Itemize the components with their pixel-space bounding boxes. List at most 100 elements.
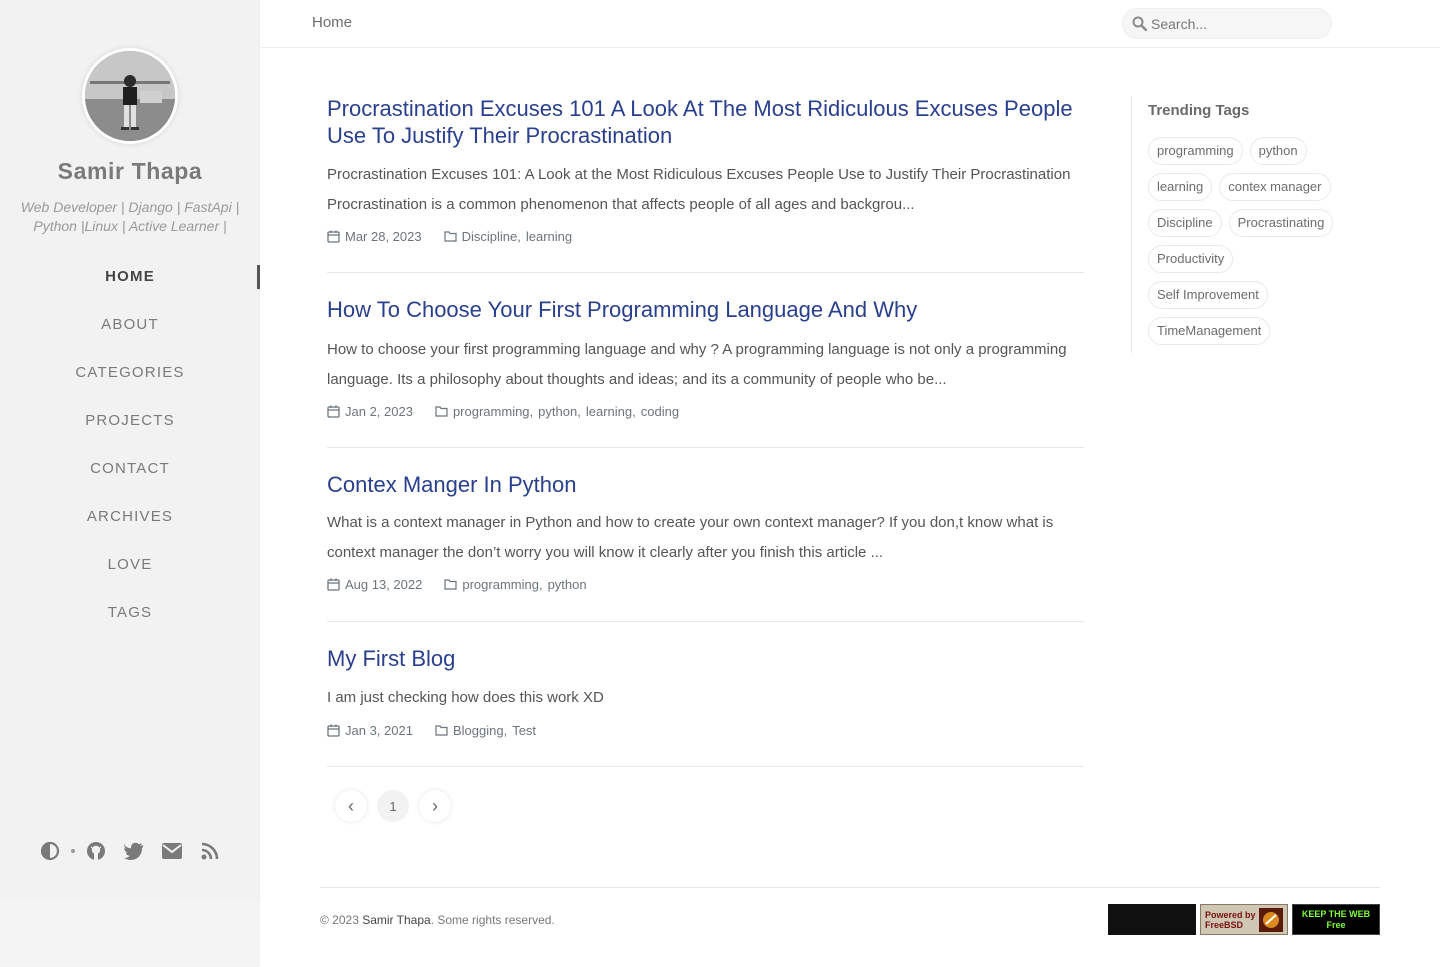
breadcrumb: Home: [312, 14, 353, 31]
twitter-icon[interactable]: [123, 840, 145, 862]
category-link[interactable]: programming: [453, 404, 530, 419]
post-meta: Aug 13, 2022 programming, python: [327, 577, 1084, 592]
category-link[interactable]: learning: [586, 404, 632, 419]
post-excerpt: Procrastination Excuses 101: A Look at t…: [327, 166, 1071, 213]
category-link[interactable]: learning: [526, 229, 572, 244]
separator-dot: [71, 849, 75, 853]
post-meta: Jan 2, 2023 programming, python, learnin…: [327, 404, 1084, 419]
post-excerpt: How to choose your first programming lan…: [327, 341, 1067, 388]
sidebar: Samir Thapa Web Developer | Django | Fas…: [0, 0, 260, 900]
rights-text: . Some rights reserved.: [430, 913, 555, 927]
sidebar-nav: HOME ABOUT CATEGORIES PROJECTS CONTACT A…: [0, 253, 260, 637]
post-item: How To Choose Your First Programming Lan…: [327, 273, 1084, 448]
tag-discipline[interactable]: Discipline: [1148, 209, 1222, 237]
category-link[interactable]: python: [548, 577, 587, 592]
search-input[interactable]: [1151, 13, 1321, 35]
post-list: Procrastination Excuses 101 A Look At Th…: [327, 90, 1084, 767]
post-item: My First Blog I am just checking how doe…: [327, 622, 1084, 767]
page-number-button[interactable]: 1: [377, 790, 409, 822]
nav-item-love[interactable]: LOVE: [0, 541, 260, 589]
tag-programming[interactable]: programming: [1148, 137, 1243, 165]
nav-item-tags[interactable]: TAGS: [0, 589, 260, 637]
calendar-icon: [327, 578, 340, 591]
calendar-icon: [327, 405, 340, 418]
trending-tags-panel: Trending Tags programming python learnin…: [1131, 96, 1341, 353]
trending-tags-title: Trending Tags: [1148, 102, 1250, 119]
freebsd-badge[interactable]: Powered by FreeBSD: [1200, 904, 1288, 935]
copyright: © 2023 Samir Thapa. Some rights reserved…: [320, 913, 555, 927]
tag-python[interactable]: python: [1249, 137, 1307, 165]
footer-badges: Powered by FreeBSD KEEP THE WEB Free: [1104, 904, 1380, 935]
tag-procrastinating[interactable]: Procrastinating: [1228, 209, 1334, 237]
avatar[interactable]: [82, 48, 178, 144]
keep-web-free-badge[interactable]: KEEP THE WEB Free: [1292, 904, 1380, 935]
next-page-button[interactable]: ›: [419, 790, 451, 822]
post-item: Procrastination Excuses 101 A Look At Th…: [327, 90, 1084, 273]
tag-self-improvement[interactable]: Self Improvement: [1148, 281, 1268, 309]
email-icon[interactable]: [161, 840, 183, 862]
post-title[interactable]: How To Choose Your First Programming Lan…: [327, 273, 1084, 323]
post-title[interactable]: My First Blog: [327, 622, 1084, 672]
freebsd-daemon-icon: [1259, 907, 1283, 932]
post-excerpt: I am just checking how does this work XD: [327, 689, 604, 706]
tag-timemanagement[interactable]: TimeManagement: [1148, 317, 1271, 345]
github-icon[interactable]: [85, 840, 107, 862]
folder-icon: [435, 724, 448, 736]
nav-item-categories[interactable]: CATEGORIES: [0, 349, 260, 397]
search-icon: [1132, 16, 1148, 36]
post-excerpt: What is a context manager in Python and …: [327, 514, 1054, 561]
post-title[interactable]: Contex Manger In Python: [327, 448, 1084, 498]
category-separator: ,: [517, 229, 521, 244]
tag-productivity[interactable]: Productivity: [1148, 245, 1234, 273]
rss-icon[interactable]: [199, 840, 221, 862]
theme-toggle-icon[interactable]: [39, 840, 61, 862]
post-meta: Jan 3, 2021 Blogging, Test: [327, 723, 1084, 738]
category-link[interactable]: programming: [462, 577, 539, 592]
post-date: Aug 13, 2022: [345, 577, 423, 592]
search-box[interactable]: [1122, 8, 1332, 39]
nav-item-about[interactable]: ABOUT: [0, 301, 260, 349]
post-date: Mar 28, 2023: [345, 229, 422, 244]
post-date: Jan 2, 2023: [345, 404, 413, 419]
post-item: Contex Manger In Python What is a contex…: [327, 448, 1084, 622]
author-link[interactable]: Samir Thapa: [362, 913, 430, 927]
tag-contex-manager[interactable]: contex manager: [1219, 173, 1331, 201]
topbar: Home: [260, 0, 1440, 48]
nav-item-projects[interactable]: PROJECTS: [0, 397, 260, 445]
pagination: ‹ 1 ›: [335, 790, 461, 822]
nav-item-contact[interactable]: CONTACT: [0, 445, 260, 493]
category-separator: ,: [632, 404, 636, 419]
category-link[interactable]: Test: [512, 723, 536, 738]
category-separator: ,: [577, 404, 581, 419]
category-link[interactable]: python: [538, 404, 577, 419]
category-link[interactable]: Blogging: [453, 723, 504, 738]
category-separator: ,: [503, 722, 508, 738]
sidebar-bottom-bar: [0, 836, 260, 866]
nav-item-home[interactable]: HOME: [0, 253, 260, 301]
sidebar-footer-fill: [0, 900, 260, 967]
folder-icon: [435, 406, 448, 417]
avatar-photo: [85, 51, 175, 141]
tag-cloud: programming python learning contex manag…: [1148, 137, 1341, 353]
calendar-icon: [327, 230, 340, 243]
site-subtitle: Web Developer | Django | FastApi | Pytho…: [20, 199, 240, 234]
category-link[interactable]: coding: [641, 404, 679, 419]
post-date: Jan 3, 2021: [345, 722, 413, 738]
calendar-icon: [327, 724, 340, 737]
blank-badge[interactable]: [1108, 904, 1196, 935]
folder-icon: [444, 579, 457, 590]
category-link[interactable]: Discipline: [462, 229, 518, 244]
post-meta: Mar 28, 2023 Discipline, learning: [327, 229, 1084, 244]
nav-item-archives[interactable]: ARCHIVES: [0, 493, 260, 541]
category-separator: ,: [538, 577, 543, 592]
chevron-right-icon: ›: [432, 796, 438, 816]
category-separator: ,: [529, 404, 534, 419]
folder-icon: [444, 231, 457, 242]
footer: © 2023 Samir Thapa. Some rights reserved…: [320, 887, 1380, 947]
copyright-year: © 2023: [320, 913, 359, 927]
chevron-left-icon: ‹: [348, 796, 354, 816]
post-title[interactable]: Procrastination Excuses 101 A Look At Th…: [327, 90, 1084, 149]
prev-page-button[interactable]: ‹: [335, 790, 367, 822]
site-title[interactable]: Samir Thapa: [0, 158, 260, 185]
tag-learning[interactable]: learning: [1148, 173, 1213, 201]
